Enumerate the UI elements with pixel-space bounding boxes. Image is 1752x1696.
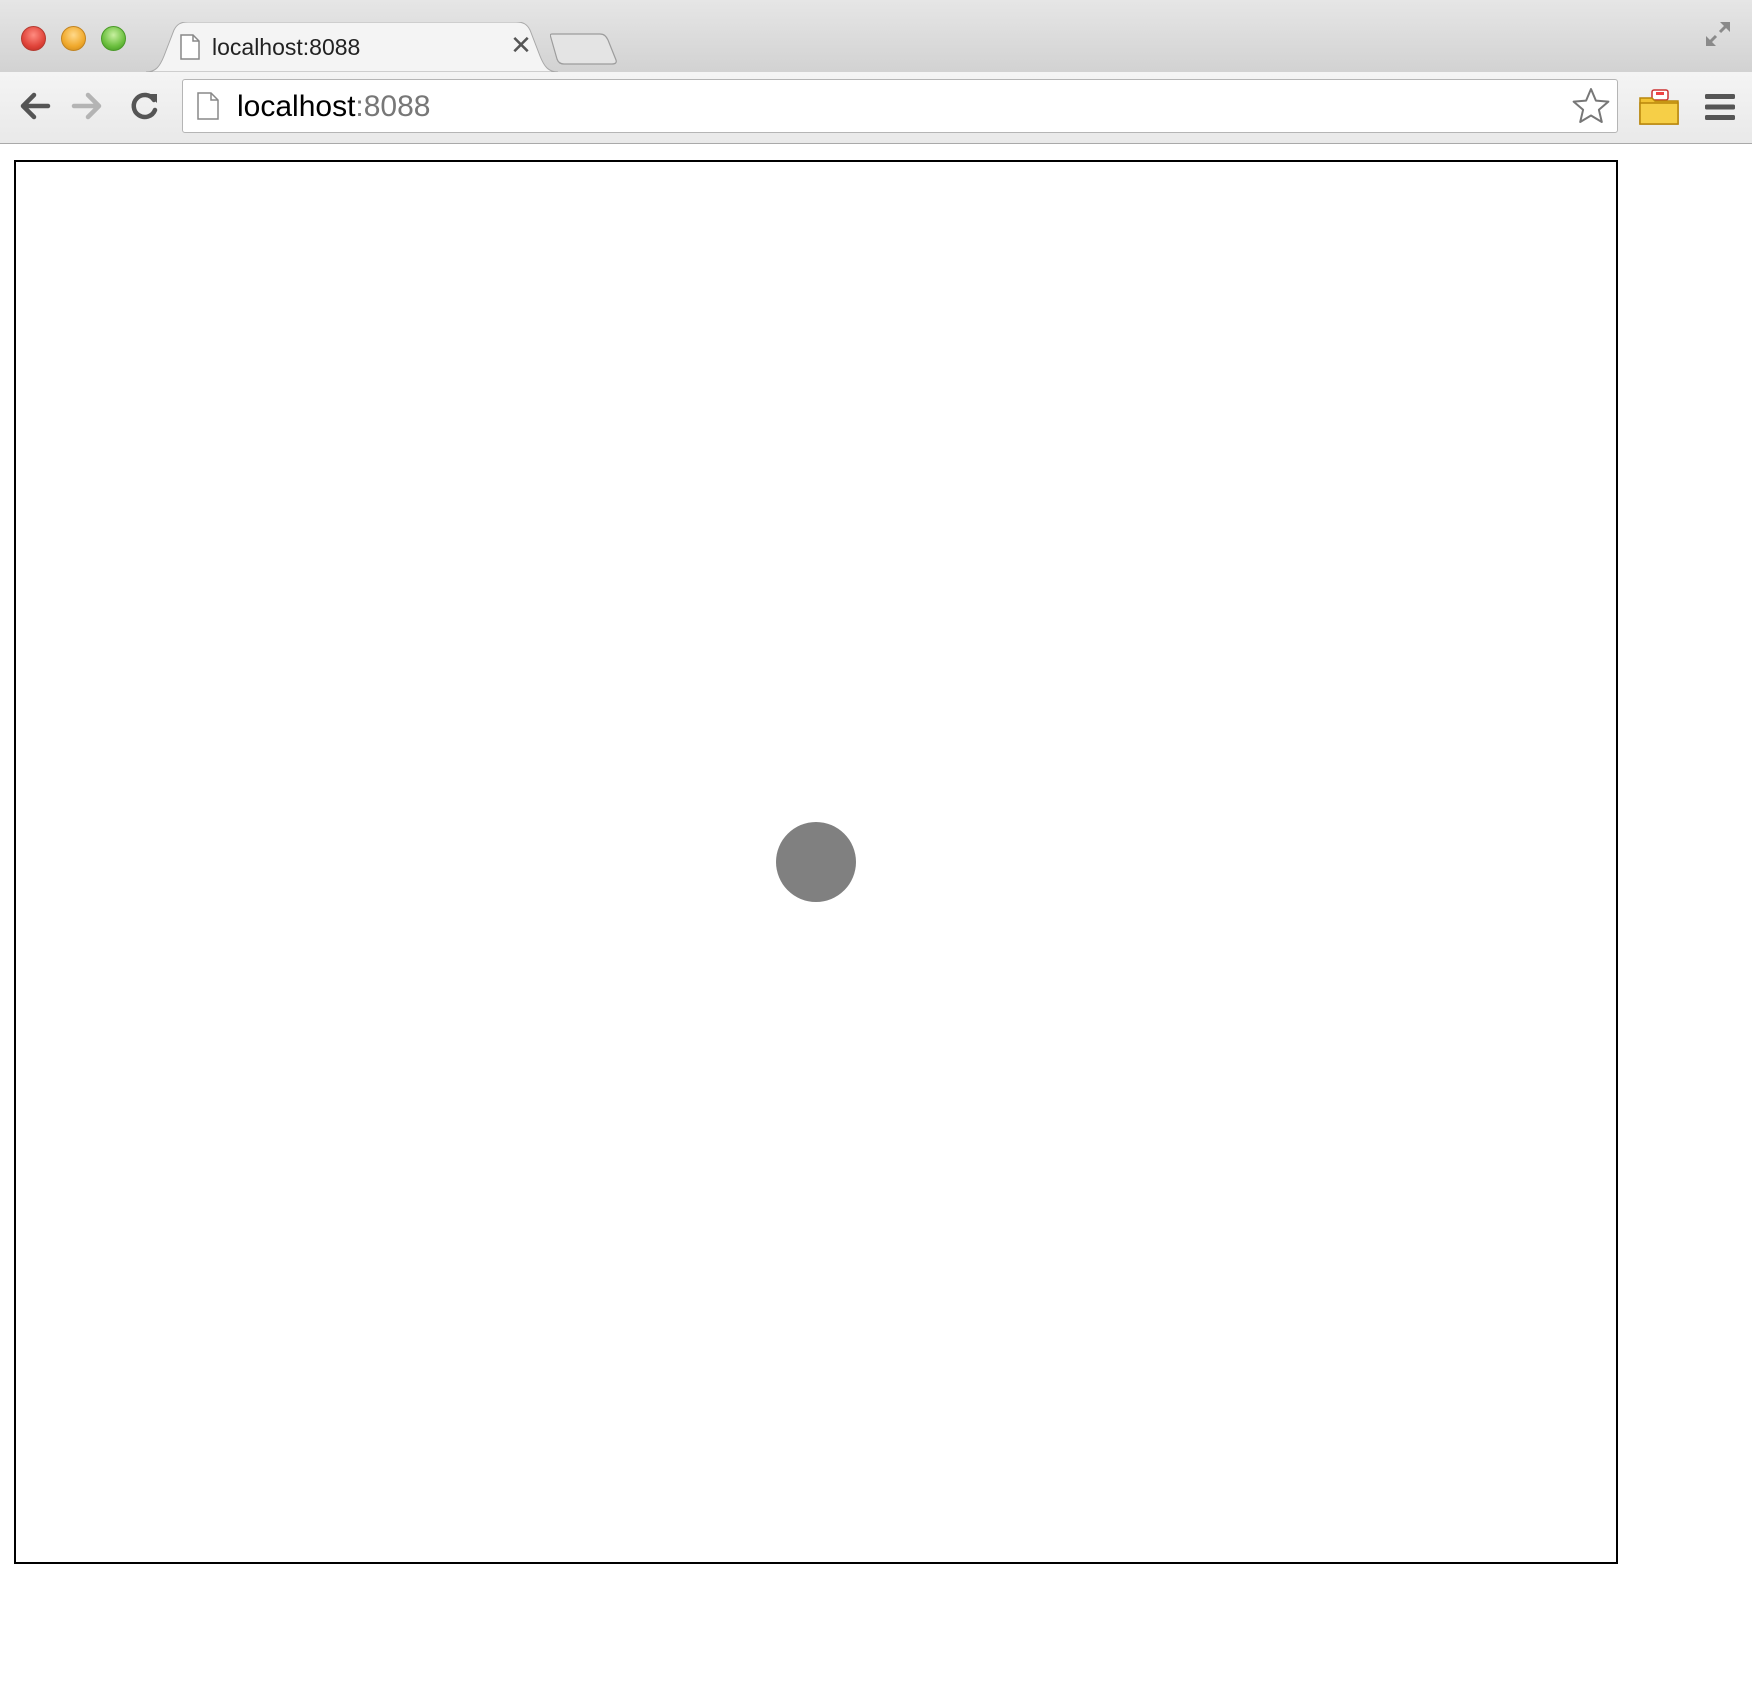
canvas-frame[interactable] [14,160,1618,1564]
page-icon [197,92,219,120]
url-host: localhost [237,90,356,123]
browser-window: localhost:8088 ✕ localhost:8088 [0,0,1752,1696]
forward-arrow-icon[interactable] [68,86,108,126]
window-close-icon[interactable] [21,26,46,51]
folder-extension-icon[interactable] [1638,88,1680,126]
toolbar: localhost:8088 [0,72,1752,144]
tab-localhost[interactable]: localhost:8088 ✕ [146,22,558,72]
page-icon [180,34,200,60]
back-arrow-icon[interactable] [14,86,54,126]
reload-icon[interactable] [124,86,164,126]
fullscreen-icon[interactable] [1702,18,1734,50]
tab-title: localhost:8088 [212,34,361,60]
address-bar[interactable]: localhost:8088 [182,79,1618,133]
new-tab-icon[interactable] [550,32,620,66]
close-icon[interactable]: ✕ [506,30,536,60]
hamburger-menu-icon[interactable] [1703,92,1737,122]
star-icon[interactable] [1571,86,1611,126]
window-minimize-icon[interactable] [61,26,86,51]
url-text: localhost:8088 [237,90,430,124]
title-bar: localhost:8088 ✕ [0,0,1752,72]
url-port: :8088 [355,90,431,123]
gray-circle [776,822,856,902]
window-maximize-icon[interactable] [101,26,126,51]
